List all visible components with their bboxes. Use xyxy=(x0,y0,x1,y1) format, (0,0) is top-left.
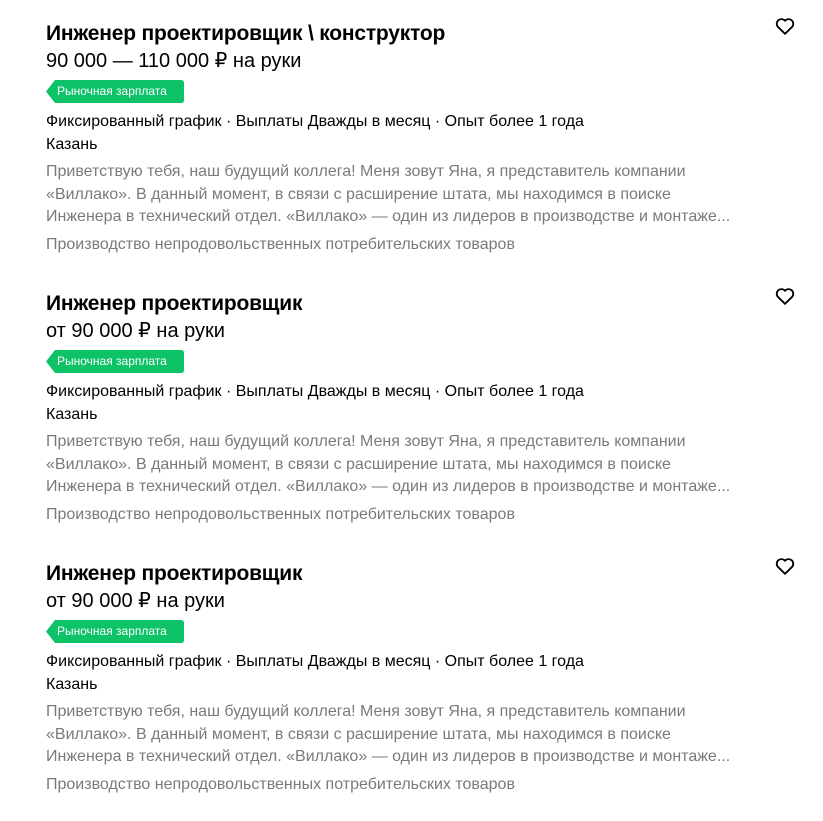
vacancy-title[interactable]: Инженер проектировщик \ конструктор xyxy=(46,20,445,48)
description-line: Инженера в технический отдел. «Виллако» … xyxy=(46,748,731,765)
vacancy-card: Инженер проектировщик от 90 000 ₽ на рук… xyxy=(0,270,823,540)
vacancy-title[interactable]: Инженер проектировщик xyxy=(46,290,303,318)
vacancy-description: Приветствую тебя, наш будущий коллега! М… xyxy=(46,431,786,499)
vacancy-list: Инженер проектировщик \ конструктор 90 0… xyxy=(0,0,823,810)
vacancy-card: Инженер проектировщик от 90 000 ₽ на рук… xyxy=(0,540,823,810)
heart-outline-icon[interactable] xyxy=(774,285,796,307)
description-line: «Виллако». В данный момент, в связи с ра… xyxy=(46,725,671,743)
vacancy-industry: Производство непродовольственных потреби… xyxy=(46,506,515,523)
salary-badge-label: Рыночная зарплата xyxy=(57,354,167,368)
vacancy-card: Инженер проектировщик \ конструктор 90 0… xyxy=(0,0,823,270)
vacancy-conditions: Фиксированный график · Выплаты Дважды в … xyxy=(46,383,584,400)
vacancy-city: Казань xyxy=(46,136,98,153)
vacancy-industry: Производство непродовольственных потреби… xyxy=(46,776,515,793)
heart-outline-icon[interactable] xyxy=(774,555,796,577)
vacancy-salary: 90 000 — 110 000 ₽ на руки xyxy=(46,50,302,72)
description-line: Приветствую тебя, наш будущий коллега! М… xyxy=(46,163,686,180)
vacancy-city: Казань xyxy=(46,406,98,423)
description-line: Приветствую тебя, наш будущий коллега! М… xyxy=(46,703,686,720)
description-line: «Виллако». В данный момент, в связи с ра… xyxy=(46,455,671,473)
salary-badge-label: Рыночная зарплата xyxy=(57,84,167,98)
vacancy-industry: Производство непродовольственных потреби… xyxy=(46,236,515,253)
vacancy-salary: от 90 000 ₽ на руки xyxy=(46,320,225,342)
vacancy-conditions: Фиксированный график · Выплаты Дважды в … xyxy=(46,113,584,130)
description-line: Инженера в технический отдел. «Виллако» … xyxy=(46,478,731,495)
vacancy-conditions: Фиксированный график · Выплаты Дважды в … xyxy=(46,653,584,670)
vacancy-description: Приветствую тебя, наш будущий коллега! М… xyxy=(46,701,786,769)
description-line: Инженера в технический отдел. «Виллако» … xyxy=(46,208,731,225)
description-line: Приветствую тебя, наш будущий коллега! М… xyxy=(46,433,686,450)
vacancy-salary: от 90 000 ₽ на руки xyxy=(46,590,225,612)
description-line: «Виллако». В данный момент, в связи с ра… xyxy=(46,185,671,203)
vacancy-description: Приветствую тебя, наш будущий коллега! М… xyxy=(46,161,786,229)
salary-badge-label: Рыночная зарплата xyxy=(57,624,167,638)
vacancy-city: Казань xyxy=(46,676,98,693)
heart-outline-icon[interactable] xyxy=(774,15,796,37)
vacancy-title[interactable]: Инженер проектировщик xyxy=(46,560,303,588)
